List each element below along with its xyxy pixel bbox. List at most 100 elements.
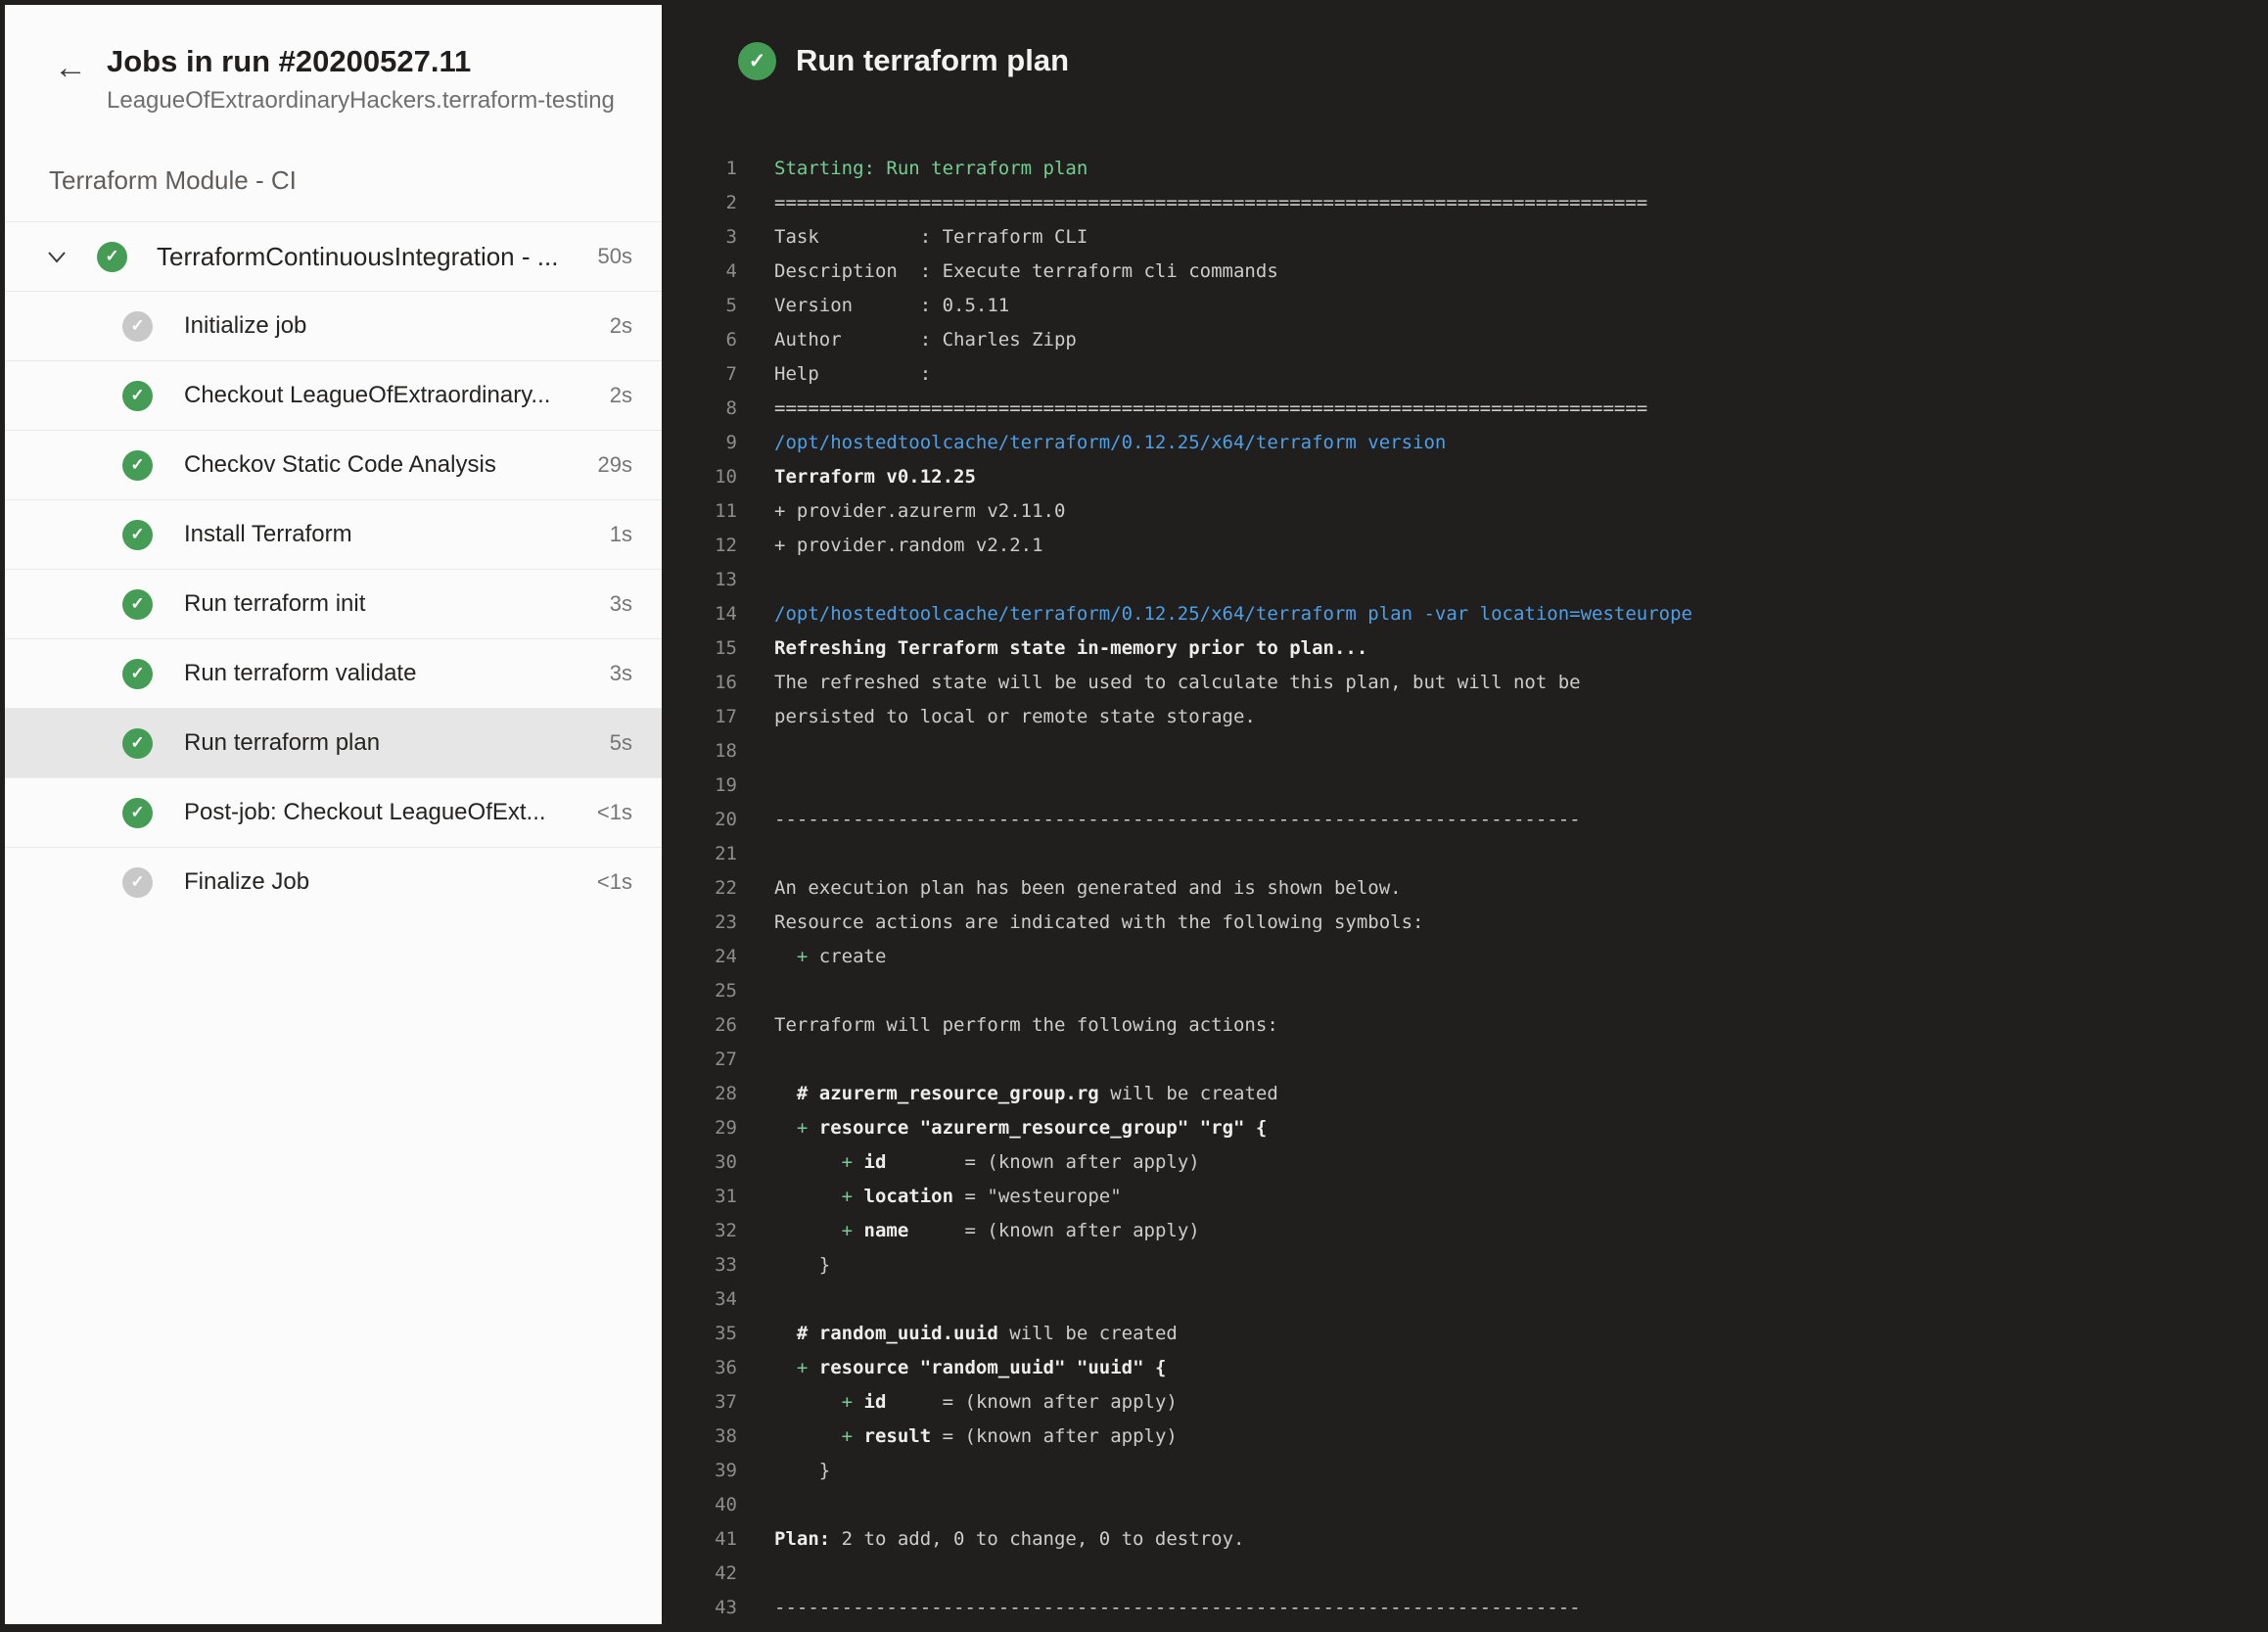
log-line-number: 3 (662, 220, 737, 255)
log-line: 12+ provider.random v2.2.1 (662, 529, 2268, 563)
log-line-text: Help : (774, 357, 931, 392)
step-row[interactable]: ✓Install Terraform1s (5, 499, 662, 569)
log-line: 17persisted to local or remote state sto… (662, 700, 2268, 734)
log-line-number: 23 (662, 906, 737, 940)
job-row[interactable]: ✓ TerraformContinuousIntegration - ... 5… (5, 221, 662, 291)
log-line: 30 + id = (known after apply) (662, 1145, 2268, 1180)
log-line-number: 2 (662, 186, 737, 220)
log-line: 16The refreshed state will be used to ca… (662, 666, 2268, 700)
log-line-text: Terraform v0.12.25 (774, 460, 976, 494)
log-line: 22 An execution plan has been generated a… (662, 871, 2268, 906)
log-line-text: Resource actions are indicated with the … (774, 906, 1423, 940)
step-status-neutral-icon: ✓ (122, 311, 153, 342)
step-row[interactable]: ✓Checkov Static Code Analysis29s (5, 430, 662, 499)
log-line-text: An execution plan has been generated and… (774, 871, 1402, 906)
log-line: 24 + create (662, 940, 2268, 974)
log-line-text: Starting: Run terraform plan (774, 152, 1088, 186)
step-duration: 3s (610, 661, 632, 686)
log-panel: ✓ Run terraform plan 1Starting: Run terr… (662, 0, 2268, 1632)
step-label: Install Terraform (184, 521, 610, 548)
step-label: Checkout LeagueOfExtraordinary... (184, 382, 610, 409)
log-line-number: 4 (662, 255, 737, 289)
log-line-number: 6 (662, 323, 737, 357)
log-line-text: + resource "azurerm_resource_group" "rg"… (774, 1111, 1267, 1145)
log-line-text: + location = "westeurope" (774, 1180, 1122, 1214)
log-line-number: 22 (662, 871, 737, 906)
log-line-number: 28 (662, 1077, 737, 1111)
log-line-text: Plan: 2 to add, 0 to change, 0 to destro… (774, 1522, 1244, 1557)
log-line-number: 21 (662, 837, 737, 871)
step-row[interactable]: ✓Checkout LeagueOfExtraordinary...2s (5, 360, 662, 430)
log-line-text: + id = (known after apply) (774, 1385, 1178, 1420)
log-line-number: 26 (662, 1008, 737, 1043)
log-line: 42 (662, 1557, 2268, 1591)
step-status-success-icon: ✓ (122, 381, 153, 411)
step-status-success-icon: ✓ (122, 728, 153, 759)
log-line-text: } (774, 1454, 830, 1488)
log-line-text: ----------------------------------------… (774, 803, 1581, 837)
log-line-text: ========================================… (774, 186, 1647, 220)
step-label: Post-job: Checkout LeagueOfExt... (184, 799, 597, 826)
log-line: 35 # random_uuid.uuid will be created (662, 1317, 2268, 1351)
log-line: 40 (662, 1488, 2268, 1522)
log-line: 14/opt/hostedtoolcache/terraform/0.12.25… (662, 597, 2268, 631)
log-line-number: 17 (662, 700, 737, 734)
log-line: 37 + id = (known after apply) (662, 1385, 2268, 1420)
log-line: 6 Author : Charles Zipp (662, 323, 2268, 357)
log-line-text: + create (774, 940, 886, 974)
log-line: 38 + result = (known after apply) (662, 1420, 2268, 1454)
stage-label: Terraform Module - CI (5, 115, 662, 221)
step-status-neutral-icon: ✓ (122, 867, 153, 898)
log-line-text: + name = (known after apply) (774, 1214, 1200, 1248)
log-line-number: 20 (662, 803, 737, 837)
log-line: 34 (662, 1282, 2268, 1317)
log-line-text: Terraform will perform the following act… (774, 1008, 1278, 1043)
log-line: 28 # azurerm_resource_group.rg will be c… (662, 1077, 2268, 1111)
log-line-number: 7 (662, 357, 737, 392)
step-row[interactable]: ✓Post-job: Checkout LeagueOfExt...<1s (5, 777, 662, 847)
log-line-number: 10 (662, 460, 737, 494)
log-line: 20 --------------------------------------… (662, 803, 2268, 837)
log-output[interactable]: 1Starting: Run terraform plan2==========… (662, 152, 2268, 1632)
chevron-down-icon[interactable] (42, 242, 71, 271)
step-row[interactable]: ✓Run terraform validate3s (5, 638, 662, 708)
log-line: 11+ provider.azurerm v2.11.0 (662, 494, 2268, 529)
log-line-number: 19 (662, 769, 737, 803)
log-line-number: 24 (662, 940, 737, 974)
log-line-number: 41 (662, 1522, 737, 1557)
step-row[interactable]: ✓Run terraform init3s (5, 569, 662, 638)
log-line-text: /opt/hostedtoolcache/terraform/0.12.25/x… (774, 426, 1446, 460)
step-status-success-icon: ✓ (122, 520, 153, 550)
log-line-text: Description : Execute terraform cli comm… (774, 255, 1278, 289)
step-duration: <1s (597, 800, 632, 825)
log-line: 32 + name = (known after apply) (662, 1214, 2268, 1248)
log-line: 23 Resource actions are indicated with th… (662, 906, 2268, 940)
step-row[interactable]: ✓Initialize job2s (5, 291, 662, 360)
back-arrow-icon[interactable]: ← (54, 46, 97, 89)
log-line: 41 Plan: 2 to add, 0 to change, 0 to dest… (662, 1522, 2268, 1557)
log-line-text: Author : Charles Zipp (774, 323, 1077, 357)
log-line: 43--------------------------------------… (662, 1591, 2268, 1625)
step-row[interactable]: ✓Finalize Job<1s (5, 847, 662, 916)
log-line-text: ========================================… (774, 392, 1647, 426)
log-line-number: 33 (662, 1248, 737, 1282)
log-title: Run terraform plan (796, 43, 1069, 78)
log-line-text: # random_uuid.uuid will be created (774, 1317, 1178, 1351)
step-label: Initialize job (184, 312, 610, 340)
log-line-number: 39 (662, 1454, 737, 1488)
log-line-number: 27 (662, 1043, 737, 1077)
log-line: 29 + resource "azurerm_resource_group" "… (662, 1111, 2268, 1145)
log-line-number: 31 (662, 1180, 737, 1214)
log-line: 10 Terraform v0.12.25 (662, 460, 2268, 494)
step-status-success-icon: ✓ (122, 450, 153, 481)
step-row[interactable]: ✓Run terraform plan5s (5, 708, 662, 777)
log-line: 31 + location = "westeurope" (662, 1180, 2268, 1214)
log-line-text: } (774, 1248, 830, 1282)
job-duration: 50s (598, 244, 632, 269)
log-line: 33 } (662, 1248, 2268, 1282)
log-line: 27 (662, 1043, 2268, 1077)
log-header: ✓ Run terraform plan (662, 0, 2268, 147)
log-line: 36 + resource "random_uuid" "uuid" { (662, 1351, 2268, 1385)
log-line-number: 16 (662, 666, 737, 700)
log-line-text: Task : Terraform CLI (774, 220, 1088, 255)
